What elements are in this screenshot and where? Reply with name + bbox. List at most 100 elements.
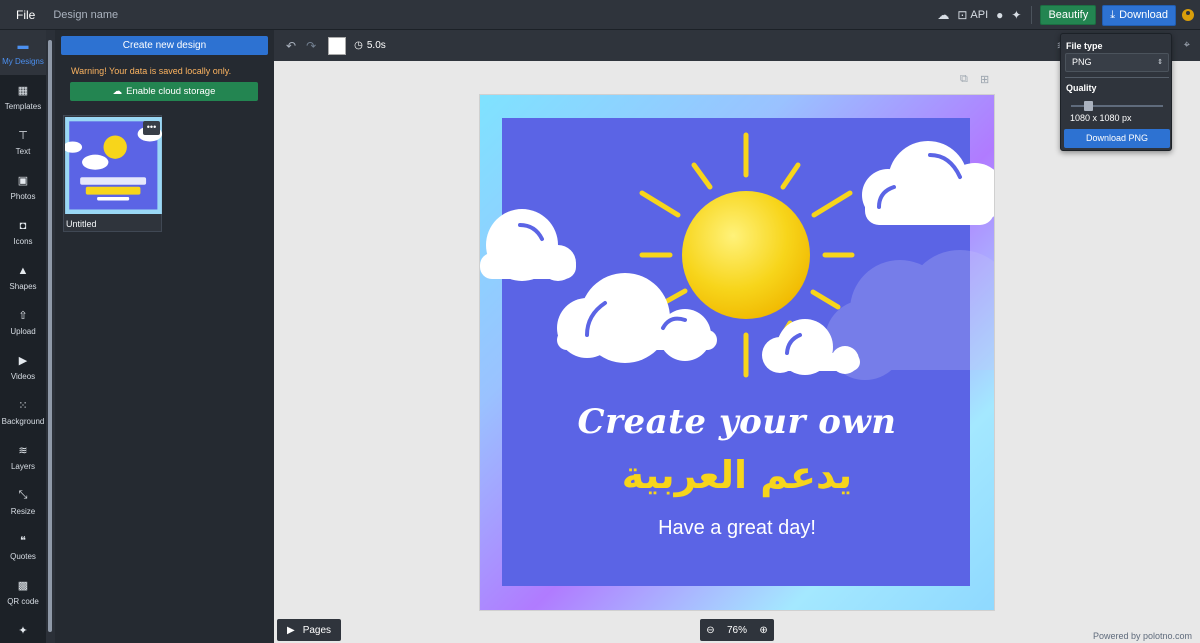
arabic-text[interactable]: يدعم العربية — [480, 453, 994, 497]
download-png-button[interactable]: Download PNG — [1064, 129, 1170, 148]
cloud-icon[interactable]: ☁ — [937, 8, 949, 22]
zoom-out-icon[interactable]: ⊖ — [706, 625, 714, 636]
templates-icon: ▦ — [17, 85, 29, 97]
resize-icon: ⤡ — [18, 489, 28, 501]
design-name-input[interactable]: Design name — [53, 9, 118, 21]
tab-more[interactable]: ✦More — [0, 615, 46, 643]
tab-label: Layers — [10, 462, 35, 471]
clock-icon: ◷ — [354, 40, 363, 51]
layers-icon: ≋ — [18, 445, 28, 457]
tab-text[interactable]: ⊤ Text — [0, 120, 46, 165]
create-new-design-button[interactable]: Create new design — [61, 36, 268, 55]
tab-label: Background — [1, 417, 45, 426]
file-menu[interactable]: File — [16, 8, 35, 22]
pages-button[interactable]: ▶ Pages — [277, 619, 342, 641]
undo-icon[interactable]: ↶ — [286, 39, 296, 53]
background-icon: ⁙ — [18, 400, 28, 412]
design-thumbnail[interactable]: ••• — [65, 117, 162, 214]
user-avatar-icon[interactable] — [1182, 9, 1194, 21]
output-size: 1080 x 1080 px — [1070, 113, 1132, 123]
videos-icon: ▶ — [18, 355, 28, 367]
text-icon: ⊤ — [18, 130, 28, 142]
download-button[interactable]: ⤓ Download — [1102, 4, 1176, 26]
enable-cloud-storage-button[interactable]: ☁ Enable cloud storage — [70, 82, 258, 101]
download-icon: ⤓ — [1110, 8, 1116, 21]
tab-label: Upload — [10, 327, 36, 336]
quotes-icon: ❝ — [20, 535, 26, 547]
divider — [1065, 77, 1169, 78]
tab-label: Text — [15, 147, 31, 156]
tab-label: My Designs — [2, 56, 44, 66]
powered-by-link[interactable]: Powered by polotno.com — [1093, 631, 1192, 641]
zoom-in-icon[interactable]: ⊕ — [759, 625, 767, 636]
zoom-control: ⊖ 76% ⊕ — [700, 619, 774, 641]
file-type-label: File type — [1066, 41, 1103, 51]
api-label: API — [970, 9, 989, 21]
tab-icons[interactable]: ◘ Icons — [0, 210, 46, 255]
quality-slider-handle[interactable] — [1084, 101, 1093, 111]
tab-qr-code[interactable]: ▩ QR code — [0, 570, 46, 615]
api-button[interactable]: ⊡ API — [957, 8, 988, 22]
play-icon: ▶ — [287, 624, 295, 636]
duration-value: 5.0s — [366, 40, 386, 51]
design-title: Untitled — [66, 219, 97, 229]
tab-quotes[interactable]: ❝ Quotes — [0, 525, 46, 570]
tab-label: Videos — [10, 372, 36, 381]
code-icon: ⊡ — [957, 8, 968, 22]
design-card[interactable]: ••• Untitled — [63, 115, 162, 232]
beautify-button[interactable]: Beautify — [1040, 5, 1097, 25]
tab-label: Icons — [13, 236, 33, 246]
tab-videos[interactable]: ▶ Videos — [0, 345, 46, 390]
upload-icon: ⇧ — [18, 310, 28, 322]
duplicate-page-icon[interactable]: ⧉ — [960, 73, 968, 86]
local-storage-warning: Warning! Your data is saved locally only… — [71, 66, 232, 76]
file-type-select[interactable]: PNG ⇕ — [1065, 53, 1169, 72]
tabs-scrollbar-thumb[interactable] — [48, 40, 52, 632]
tab-label: Resize — [10, 507, 36, 516]
side-tabs: ▬ My Designs ▦ Templates ⊤ Text ▣ Photos ◘ Icons ▲… — [0, 30, 46, 643]
duration-control[interactable]: ◷ 5.0s — [354, 40, 386, 51]
tab-layers[interactable]: ≋ Layers — [0, 435, 46, 480]
tab-upload[interactable]: ⇧ Upload — [0, 300, 46, 345]
select-arrows-icon: ⇕ — [1157, 59, 1163, 66]
download-popover: File type PNG ⇕ Quality 1080 x 1080 px D… — [1060, 33, 1172, 151]
tab-label: Photos — [10, 192, 36, 201]
tab-templates[interactable]: ▦ Templates — [0, 75, 46, 120]
download-label: Download — [1119, 9, 1168, 21]
quality-label: Quality — [1066, 83, 1097, 93]
tab-label: QR code — [7, 597, 39, 606]
background-color-picker[interactable] — [328, 36, 347, 55]
cloud-icon: ☁ — [112, 86, 123, 97]
copy-style-icon[interactable]: ⌖ — [1184, 39, 1190, 52]
tab-label: Shapes — [9, 281, 37, 291]
subline-text[interactable]: Have a great day! — [480, 517, 994, 540]
twitter-icon[interactable]: ✦ — [1011, 8, 1021, 22]
top-right-actions: ☁ ⊡ API ● ✦ Beautify ⤓ Download — [929, 0, 1200, 30]
tab-label: Templates — [4, 102, 42, 111]
enable-cloud-label: Enable cloud storage — [126, 86, 216, 97]
shapes-icon: ▲ — [17, 264, 29, 277]
github-icon[interactable]: ● — [996, 8, 1003, 22]
top-bar: File Design name ☁ ⊡ API ● ✦ Beautify ⤓ Do… — [0, 0, 1200, 30]
folder-icon: ▬ — [17, 39, 29, 52]
tab-background[interactable]: ⁙ Background — [0, 390, 46, 435]
divider — [1031, 6, 1033, 24]
tab-photos[interactable]: ▣ Photos — [0, 165, 46, 210]
tab-shapes[interactable]: ▲ Shapes — [0, 255, 46, 300]
headline-text[interactable]: Create your own — [480, 402, 994, 442]
add-page-icon[interactable]: ⊞ — [980, 73, 989, 86]
design-more-button[interactable]: ••• — [143, 121, 160, 135]
file-type-value: PNG — [1072, 57, 1092, 67]
tab-label: Quotes — [10, 552, 36, 561]
photos-icon: ▣ — [17, 175, 29, 187]
design-page[interactable]: Create your own يدعم العربية Have a grea… — [480, 95, 994, 610]
zoom-level: 76% — [726, 624, 747, 636]
pages-label: Pages — [302, 624, 332, 636]
tab-resize[interactable]: ⤡ Resize — [0, 480, 46, 525]
tab-my-designs[interactable]: ▬ My Designs — [0, 30, 46, 75]
redo-icon[interactable]: ↷ — [306, 39, 316, 53]
qr-code-icon: ▩ — [17, 580, 29, 592]
sun — [682, 191, 810, 319]
icons-icon: ◘ — [19, 219, 27, 232]
designs-panel: Create new design Warning! Your data is … — [55, 30, 274, 643]
